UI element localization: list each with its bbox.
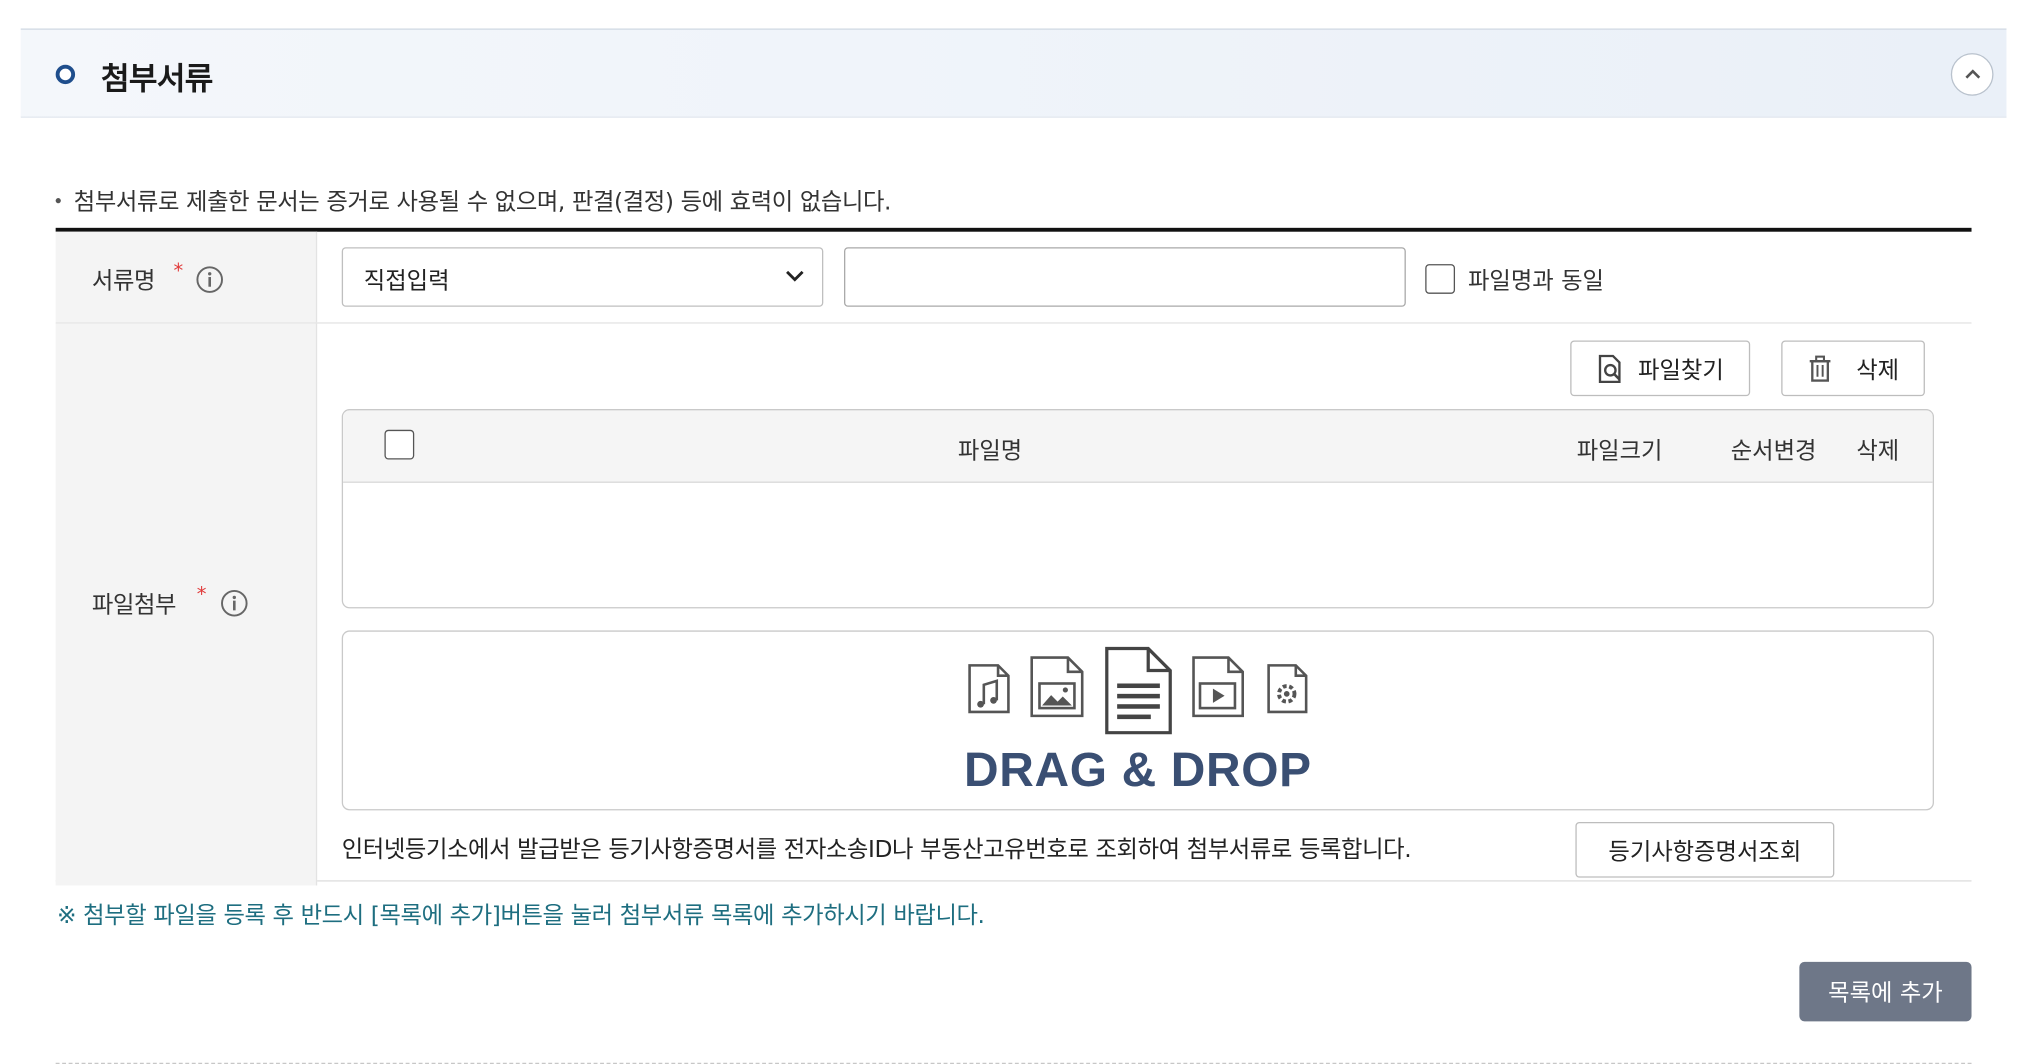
section-bullet-icon [55,64,76,85]
chevron-up-icon [1965,69,1981,79]
row-divider [55,322,1972,324]
doc-name-label-cell: 서류명 * [55,231,318,323]
file-table-header: 파일명 파일크기 순서변경 삭제 [343,410,1933,483]
doc-type-selected: 직접입력 [363,267,450,296]
info-icon[interactable] [220,589,248,617]
section-header: 첨부서류 [20,28,2007,118]
drag-drop-zone[interactable]: DRAG & DROP [341,630,1934,811]
notice-label: 첨부서류로 제출한 문서는 증거로 사용될 수 없으며, 판결(결정) 등에 효… [73,188,892,217]
find-file-label: 파일찾기 [1638,356,1724,384]
warning-text: ※ 첨부할 파일을 등록 후 반드시 [목록에 추가]버튼을 눌러 첨부서류 목… [56,902,985,930]
doc-name-input[interactable] [844,247,1406,307]
doc-type-select[interactable]: 직접입력 [341,247,824,307]
required-mark: * [196,582,207,606]
section-title: 첨부서류 [100,60,213,98]
settings-file-icon [1267,664,1308,714]
col-filesize: 파일크기 [1576,437,1663,465]
document-file-icon [1105,646,1172,735]
col-order: 순서변경 [1730,437,1817,465]
notice-text: 첨부서류로 제출한 문서는 증거로 사용될 수 없으며, 판결(결정) 등에 효… [55,184,892,218]
same-as-filename-label: 파일명과 동일 [1467,267,1605,296]
file-table: 파일명 파일크기 순서변경 삭제 [341,409,1934,609]
audio-file-icon [968,664,1010,714]
video-file-icon [1192,656,1245,718]
file-search-icon [1599,354,1622,383]
delete-file-button[interactable]: 삭제 [1781,340,1925,397]
delete-label: 삭제 [1856,356,1900,384]
registry-lookup-button[interactable]: 등기사항증명서조회 [1575,822,1835,878]
same-as-filename-checkbox[interactable] [1425,264,1456,294]
drag-drop-text: DRAG & DROP [963,743,1312,797]
file-types-icon-group [968,646,1308,735]
add-to-list-label: 목록에 추가 [1828,979,1943,1008]
info-icon[interactable] [195,265,223,293]
trash-icon [1809,354,1831,382]
chevron-down-icon [786,270,804,282]
doc-name-label: 서류명 [91,267,156,296]
file-attach-label: 파일첨부 [91,591,177,619]
select-all-checkbox[interactable] [384,429,415,460]
col-delete: 삭제 [1856,437,1900,465]
find-file-button[interactable]: 파일찾기 [1570,340,1751,397]
col-filename: 파일명 [957,437,1023,465]
collapse-button[interactable] [1950,53,1994,96]
required-mark: * [173,258,184,283]
file-attach-label-cell: 파일첨부 * [55,323,318,886]
registry-description: 인터넷등기소에서 발급받은 등기사항증명서를 전자소송ID나 부동산고유번호로 … [341,836,1412,864]
registry-lookup-label: 등기사항증명서조회 [1608,838,1802,866]
add-to-list-button[interactable]: 목록에 추가 [1799,961,1972,1022]
attachment-form: 서류명 * 직접입력 파일명과 동일 파일첨부 * 파일찾기 삭제 파일명 파일… [55,227,1972,886]
bullet-dot [55,198,61,204]
image-file-icon [1030,656,1084,718]
